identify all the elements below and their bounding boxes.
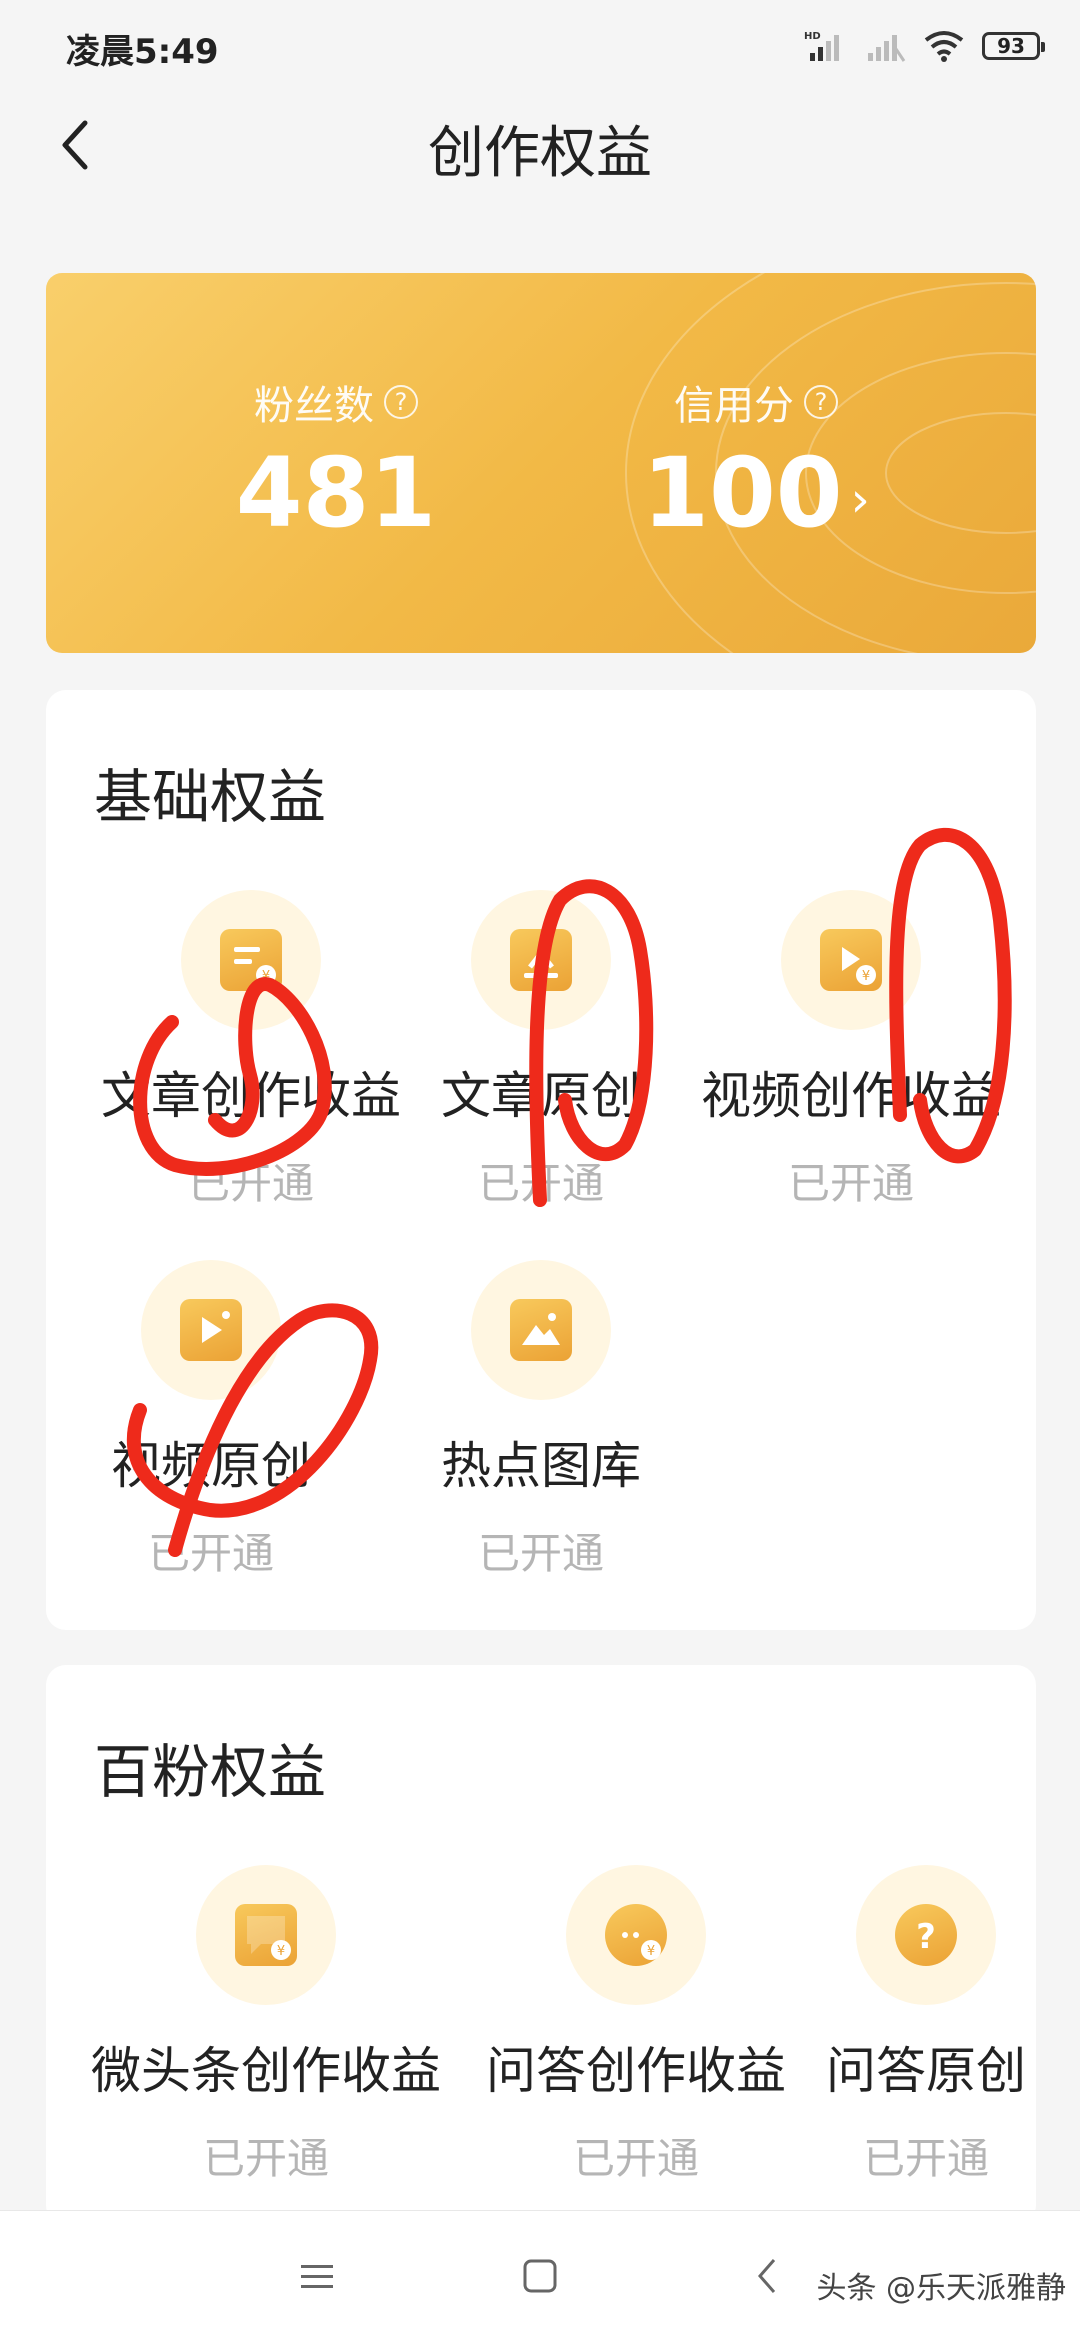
home-button[interactable] <box>515 2251 565 2301</box>
back-nav-button[interactable] <box>742 2251 792 2301</box>
benefit-name: 文章原创 <box>441 1067 641 1125</box>
basic-benefits-section: 基础权益 ¥ 文章创作收益 已开通 文章原创 已开通 ¥ 视频创作收益 已开通 <box>46 690 1036 1630</box>
benefit-status: 已开通 <box>187 1159 314 1208</box>
svg-text:?: ? <box>916 1917 936 1957</box>
benefit-name: 微头条创作收益 <box>91 2042 441 2100</box>
status-icons: HD 93 <box>804 26 1045 66</box>
help-icon[interactable]: ? <box>384 385 418 419</box>
benefit-name: 视频原创 <box>111 1437 311 1495</box>
benefit-name: 问答创作收益 <box>486 2042 786 2100</box>
section-title: 基础权益 <box>94 763 327 831</box>
credit-value: 100 <box>642 437 843 549</box>
svg-text:¥: ¥ <box>862 969 870 984</box>
benefit-status: 已开通 <box>477 1529 604 1578</box>
credit-label: 信用分 <box>674 383 794 429</box>
page-title: 创作权益 <box>428 121 652 186</box>
article-original-icon <box>510 929 572 991</box>
benefit-name: 视频创作收益 <box>701 1067 1001 1125</box>
credit-stat[interactable]: 信用分 ? 100 › <box>576 373 936 541</box>
stats-card: 粉丝数 ? 481 信用分 ? 100 › <box>46 273 1036 653</box>
header: 创作权益 <box>0 90 1080 195</box>
qa-income-icon: ¥ <box>605 1904 667 1966</box>
svg-text:¥: ¥ <box>647 1944 655 1959</box>
article-income-icon: ¥ <box>220 929 282 991</box>
system-nav-bar: 头条 @乐天派雅静 <box>0 2210 1080 2341</box>
chevron-right-icon: › <box>850 471 870 528</box>
svg-text:¥: ¥ <box>262 969 270 984</box>
video-original-icon <box>180 1299 242 1361</box>
benefit-article-original[interactable]: 文章原创 已开通 <box>376 890 706 1211</box>
benefit-qa-original[interactable]: ? 问答原创 已开通 <box>816 1865 1036 2186</box>
benefit-video-original[interactable]: 视频原创 已开通 <box>46 1260 376 1581</box>
home-square-icon <box>523 2259 557 2293</box>
fans100-benefits-section: 百粉权益 ¥ 微头条创作收益 已开通 ¥ 问答创作收益 已开通 ? 问答原创 已… <box>46 1665 1036 2225</box>
benefit-status: 已开通 <box>572 2134 699 2183</box>
back-triangle-icon <box>758 2259 776 2293</box>
battery-icon: 93 <box>982 32 1045 60</box>
help-icon[interactable]: ? <box>804 385 838 419</box>
fans-value: 481 <box>235 437 437 549</box>
svg-text:¥: ¥ <box>277 1944 285 1959</box>
wifi-icon <box>924 31 964 62</box>
benefit-article-income[interactable]: ¥ 文章创作收益 已开通 <box>86 890 416 1211</box>
micro-post-income-icon: ¥ <box>235 1904 297 1966</box>
benefit-name: 热点图库 <box>441 1437 641 1495</box>
benefit-status: 已开通 <box>202 2134 329 2183</box>
menu-icon <box>301 2265 333 2288</box>
video-income-icon: ¥ <box>820 929 882 991</box>
fans-stat[interactable]: 粉丝数 ? 481 <box>156 373 516 541</box>
status-bar: 凌晨5:49 HD 93 <box>0 0 1080 90</box>
benefit-name: 文章创作收益 <box>101 1067 401 1125</box>
signal-icon <box>868 35 906 62</box>
benefit-status: 已开通 <box>862 2134 989 2183</box>
benefit-qa-income[interactable]: ¥ 问答创作收益 已开通 <box>476 1865 796 2186</box>
image-library-icon <box>510 1299 572 1361</box>
benefit-status: 已开通 <box>787 1159 914 1208</box>
status-time: 凌晨5:49 <box>66 32 219 72</box>
benefit-name: 问答原创 <box>826 2042 1026 2100</box>
benefit-video-income[interactable]: ¥ 视频创作收益 已开通 <box>686 890 1016 1211</box>
section-title: 百粉权益 <box>94 1738 327 1806</box>
benefit-status: 已开通 <box>477 1159 604 1208</box>
watermark: 头条 @乐天派雅静 <box>816 2271 1066 2306</box>
benefit-status: 已开通 <box>147 1529 274 1578</box>
svg-text:HD: HD <box>804 31 821 42</box>
signal-hd-icon: HD <box>804 31 839 61</box>
benefit-image-library[interactable]: 热点图库 已开通 <box>376 1260 706 1581</box>
menu-button[interactable] <box>292 2251 342 2301</box>
question-icon: ? <box>895 1904 957 1966</box>
fans-label: 粉丝数 <box>254 383 374 429</box>
benefit-micro-post-income[interactable]: ¥ 微头条创作收益 已开通 <box>76 1865 456 2186</box>
